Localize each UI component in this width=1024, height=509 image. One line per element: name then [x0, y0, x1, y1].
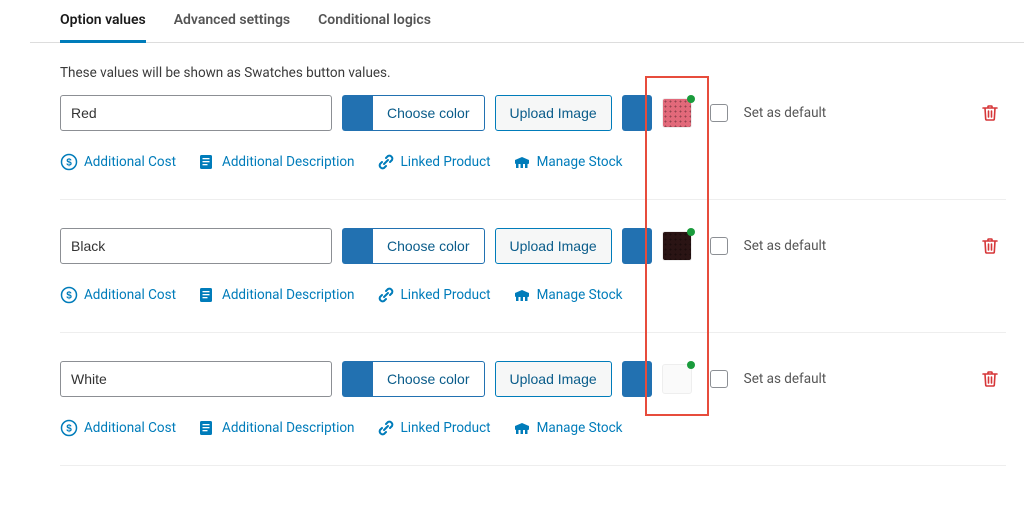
- swatch-thumbnail[interactable]: [662, 98, 692, 128]
- tab-advanced-settings[interactable]: Advanced settings: [174, 0, 290, 42]
- document-icon: [198, 419, 216, 437]
- additional-cost-link[interactable]: Additional Cost: [60, 419, 176, 437]
- dollar-icon: [60, 286, 78, 304]
- choose-color-button[interactable]: Choose color: [372, 95, 485, 131]
- link-icon: [377, 286, 395, 304]
- options-tabs: Option values Advanced settings Conditio…: [30, 0, 1024, 43]
- preview-solid-chip[interactable]: [622, 228, 652, 264]
- color-preview-chip[interactable]: [342, 361, 372, 397]
- tab-conditional-logics[interactable]: Conditional logics: [318, 0, 431, 42]
- additional-cost-link[interactable]: Additional Cost: [60, 286, 176, 304]
- color-preview-chip[interactable]: [342, 228, 372, 264]
- option-row: Choose color Upload Image Set as default…: [60, 361, 1006, 466]
- store-icon: [513, 286, 531, 304]
- additional-description-link[interactable]: Additional Description: [198, 153, 355, 171]
- set-default-label: Set as default: [744, 238, 827, 254]
- swatch-thumbnail[interactable]: [662, 231, 692, 261]
- choose-color-button[interactable]: Choose color: [372, 361, 485, 397]
- link-icon: [377, 153, 395, 171]
- preview-solid-chip[interactable]: [622, 95, 652, 131]
- upload-image-button[interactable]: Upload Image: [495, 95, 612, 131]
- dollar-icon: [60, 419, 78, 437]
- status-dot-icon: [687, 95, 695, 103]
- additional-description-link[interactable]: Additional Description: [198, 286, 355, 304]
- linked-product-link[interactable]: Linked Product: [377, 286, 491, 304]
- delete-icon[interactable]: [980, 369, 1000, 389]
- preview-solid-chip[interactable]: [622, 361, 652, 397]
- option-row: Choose color Upload Image Set as default…: [60, 95, 1006, 200]
- store-icon: [513, 153, 531, 171]
- set-default-checkbox[interactable]: [710, 237, 728, 255]
- set-default-checkbox[interactable]: [710, 370, 728, 388]
- link-icon: [377, 419, 395, 437]
- store-icon: [513, 419, 531, 437]
- document-icon: [198, 286, 216, 304]
- linked-product-link[interactable]: Linked Product: [377, 419, 491, 437]
- dollar-icon: [60, 153, 78, 171]
- upload-image-button[interactable]: Upload Image: [495, 361, 612, 397]
- manage-stock-link[interactable]: Manage Stock: [513, 153, 623, 171]
- option-name-input[interactable]: [60, 228, 332, 264]
- delete-icon[interactable]: [980, 236, 1000, 256]
- tab-option-values[interactable]: Option values: [60, 0, 146, 42]
- upload-image-button[interactable]: Upload Image: [495, 228, 612, 264]
- delete-icon[interactable]: [980, 103, 1000, 123]
- status-dot-icon: [687, 361, 695, 369]
- set-default-label: Set as default: [744, 371, 827, 387]
- document-icon: [198, 153, 216, 171]
- additional-description-link[interactable]: Additional Description: [198, 419, 355, 437]
- set-default-checkbox[interactable]: [710, 104, 728, 122]
- manage-stock-link[interactable]: Manage Stock: [513, 286, 623, 304]
- option-row: Choose color Upload Image Set as default…: [60, 228, 1006, 333]
- option-name-input[interactable]: [60, 361, 332, 397]
- swatch-thumbnail[interactable]: [662, 364, 692, 394]
- status-dot-icon: [687, 228, 695, 236]
- set-default-label: Set as default: [744, 105, 827, 121]
- choose-color-button[interactable]: Choose color: [372, 228, 485, 264]
- manage-stock-link[interactable]: Manage Stock: [513, 419, 623, 437]
- color-preview-chip[interactable]: [342, 95, 372, 131]
- additional-cost-link[interactable]: Additional Cost: [60, 153, 176, 171]
- option-name-input[interactable]: [60, 95, 332, 131]
- linked-product-link[interactable]: Linked Product: [377, 153, 491, 171]
- intro-text: These values will be shown as Swatches b…: [60, 65, 1006, 81]
